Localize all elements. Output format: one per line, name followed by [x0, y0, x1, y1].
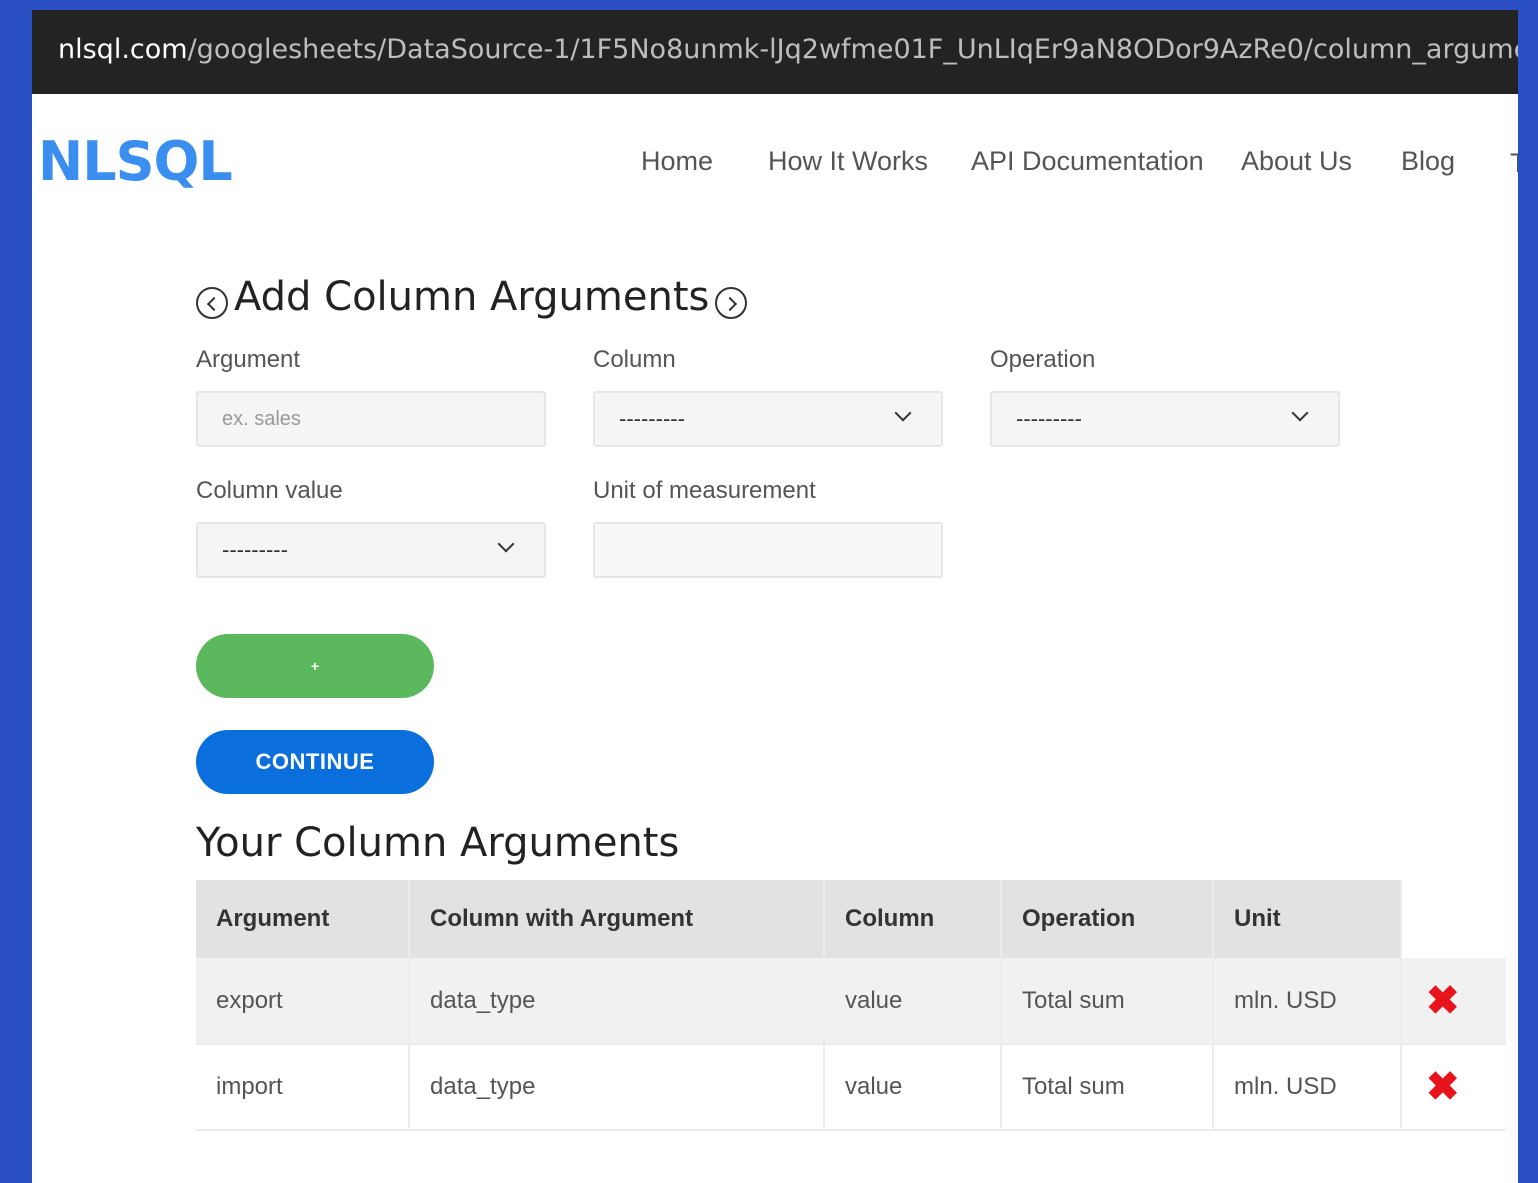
continue-button[interactable]: CONTINUE — [196, 730, 434, 794]
url-path: /googlesheets/DataSource-1/1F5No8unmk-lJ… — [187, 34, 1518, 65]
cell-column: value — [824, 1044, 1002, 1131]
chevron-down-icon — [497, 535, 515, 553]
column-label: Column — [593, 346, 676, 373]
unit-label: Unit of measurement — [593, 477, 816, 504]
header-unit: Unit — [1213, 880, 1402, 958]
url-host: nlsql.com — [58, 34, 188, 65]
column-value-select-value: --------- — [222, 537, 288, 562]
column-select[interactable]: --------- — [593, 391, 943, 447]
column-value-select[interactable]: --------- — [196, 522, 546, 578]
nav-home[interactable]: Home — [641, 146, 713, 177]
cell-argument: import — [196, 1044, 410, 1131]
nav-how-it-works[interactable]: How It Works — [768, 146, 928, 177]
cell-column-with-argument: data_type — [409, 958, 825, 1045]
delete-icon[interactable]: ✖ — [1422, 981, 1460, 1021]
column-select-value: --------- — [619, 406, 685, 431]
header-column: Column — [824, 880, 1002, 958]
cell-operation: Total sum — [1001, 958, 1214, 1045]
operation-label: Operation — [990, 346, 1096, 373]
column-arguments-table: Argument Column with Argument Column Ope… — [196, 880, 1506, 1131]
nav-api-documentation[interactable]: API Documentation — [971, 146, 1204, 177]
add-argument-button[interactable]: + — [196, 634, 434, 698]
cell-unit: mln. USD — [1213, 958, 1402, 1045]
cell-column-with-argument: data_type — [409, 1044, 825, 1131]
unit-input[interactable] — [593, 522, 943, 578]
header-operation: Operation — [1001, 880, 1214, 958]
cell-unit: mln. USD — [1213, 1044, 1402, 1131]
cell-actions: ✖ — [1401, 1044, 1506, 1131]
header-argument: Argument — [196, 880, 410, 958]
nav-item-cutoff[interactable]: T — [1510, 148, 1518, 174]
cell-column: value — [824, 958, 1002, 1045]
operation-select-value: --------- — [1016, 406, 1082, 431]
chevron-left-circle-icon[interactable] — [196, 287, 228, 319]
table-row: export data_type value Total sum mln. US… — [196, 958, 1506, 1045]
address-bar[interactable]: nlsql.com/googlesheets/DataSource-1/1F5N… — [32, 10, 1518, 94]
argument-input[interactable]: ex. sales — [196, 391, 546, 447]
operation-select[interactable]: --------- — [990, 391, 1340, 447]
table-header-row: Argument Column with Argument Column Ope… — [196, 880, 1506, 958]
argument-label: Argument — [196, 346, 301, 373]
cell-operation: Total sum — [1001, 1044, 1214, 1131]
your-column-arguments-heading: Your Column Arguments — [196, 820, 680, 866]
chevron-down-icon — [1291, 404, 1309, 422]
cell-actions: ✖ — [1401, 958, 1506, 1045]
nav-about-us[interactable]: About Us — [1241, 146, 1352, 177]
nav-blog[interactable]: Blog — [1401, 146, 1455, 177]
add-column-arguments-heading: Add Column Arguments — [196, 274, 748, 320]
chevron-down-icon — [894, 404, 912, 422]
chevron-right-circle-icon[interactable] — [715, 287, 748, 319]
column-value-label: Column value — [196, 477, 343, 504]
header-column-with-argument: Column with Argument — [409, 880, 825, 958]
table-row: import data_type value Total sum mln. US… — [196, 1044, 1506, 1131]
header-actions — [1401, 880, 1506, 958]
delete-icon[interactable]: ✖ — [1422, 1067, 1460, 1107]
browser-window: nlsql.com/googlesheets/DataSource-1/1F5N… — [32, 10, 1518, 1183]
main-nav: Home How It Works API Documentation Abou… — [32, 146, 1518, 186]
form-title: Add Column Arguments — [234, 274, 710, 320]
cell-argument: export — [196, 958, 410, 1045]
